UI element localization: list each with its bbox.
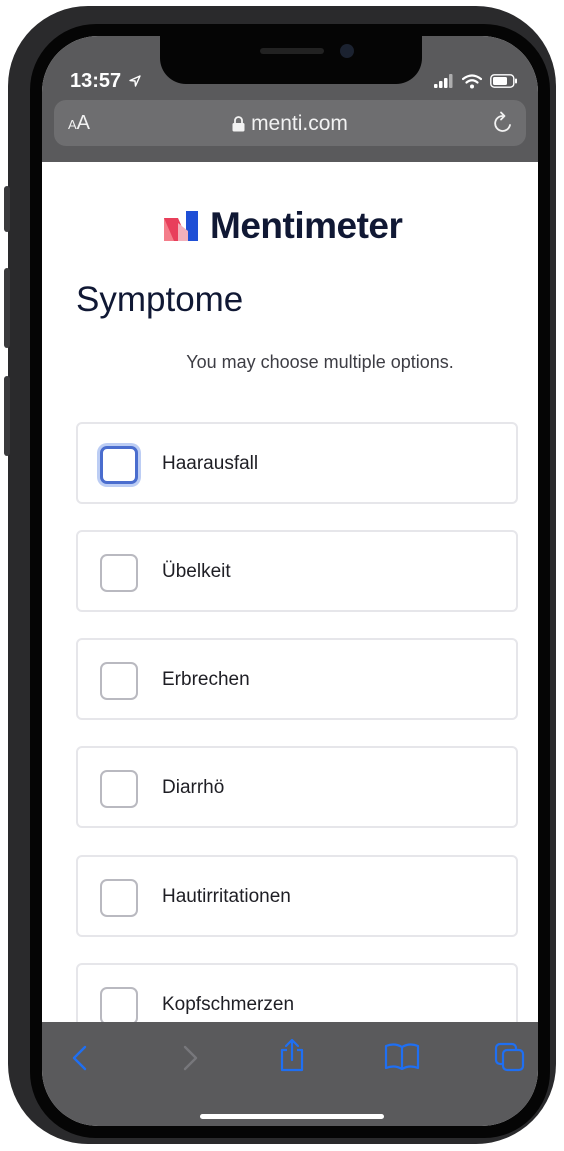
option-label: Übelkeit [162,561,231,582]
time-text: 13:57 [70,70,122,92]
option-haarausfall[interactable]: Haarausfall [76,422,518,504]
wifi-icon [462,73,482,88]
status-time: 13:57 [70,70,141,93]
option-diarrhoe[interactable]: Diarrhö [76,746,518,828]
option-label: Haarausfall [162,453,259,474]
lock-icon [232,116,245,132]
option-label: Hautirritationen [162,886,291,907]
question-title: Symptome [76,280,244,319]
option-label: Erbrechen [162,669,250,690]
back-icon[interactable] [70,1044,90,1072]
checkbox[interactable] [100,554,138,592]
checkbox[interactable] [100,446,138,484]
tabs-icon[interactable] [494,1042,526,1072]
speaker-grille [260,48,324,54]
volume-down-button [4,376,10,456]
brand-logo: Mentimeter [164,205,403,247]
system-icons [434,72,518,90]
notch [160,36,422,84]
option-label: Kopfschmerzen [162,994,295,1015]
volume-up-button [4,268,10,348]
home-indicator[interactable] [200,1114,384,1119]
reload-icon[interactable] [492,111,514,135]
checkbox[interactable] [100,879,138,917]
checkbox[interactable] [100,987,138,1025]
option-hautirritationen[interactable]: Hautirritationen [76,855,518,937]
share-icon[interactable] [278,1038,306,1072]
brand-name: Mentimeter [210,205,403,246]
option-label: Diarrhö [162,777,225,798]
url-display[interactable]: menti.com [54,112,526,136]
front-camera [340,44,354,58]
forward-icon[interactable] [180,1044,200,1072]
checkbox[interactable] [100,770,138,808]
battery-icon [490,74,517,88]
url-field[interactable]: AA menti.com [54,100,526,146]
question-hint: You may choose multiple options. [186,352,454,372]
location-arrow-icon [129,75,141,87]
silent-switch [4,186,10,232]
option-uebelkeit[interactable]: Übelkeit [76,530,518,612]
option-erbrechen[interactable]: Erbrechen [76,638,518,720]
mentimeter-logo-icon [164,211,198,241]
signal-icon [434,74,453,88]
phone-frame: 13:57 AA menti.com Mentimeter Symptome Y… [4,6,556,1144]
phone-screen: 13:57 AA menti.com Mentimeter Symptome Y… [42,36,538,1126]
browser-toolbar [42,1022,538,1126]
checkbox[interactable] [100,662,138,700]
url-text: menti.com [251,112,348,135]
browser-address-bar: AA menti.com [42,96,538,162]
bookmarks-icon[interactable] [384,1042,420,1070]
web-content: Mentimeter Symptome You may choose multi… [42,162,538,1045]
phone-bezel: 13:57 AA menti.com Mentimeter Symptome Y… [30,24,550,1138]
